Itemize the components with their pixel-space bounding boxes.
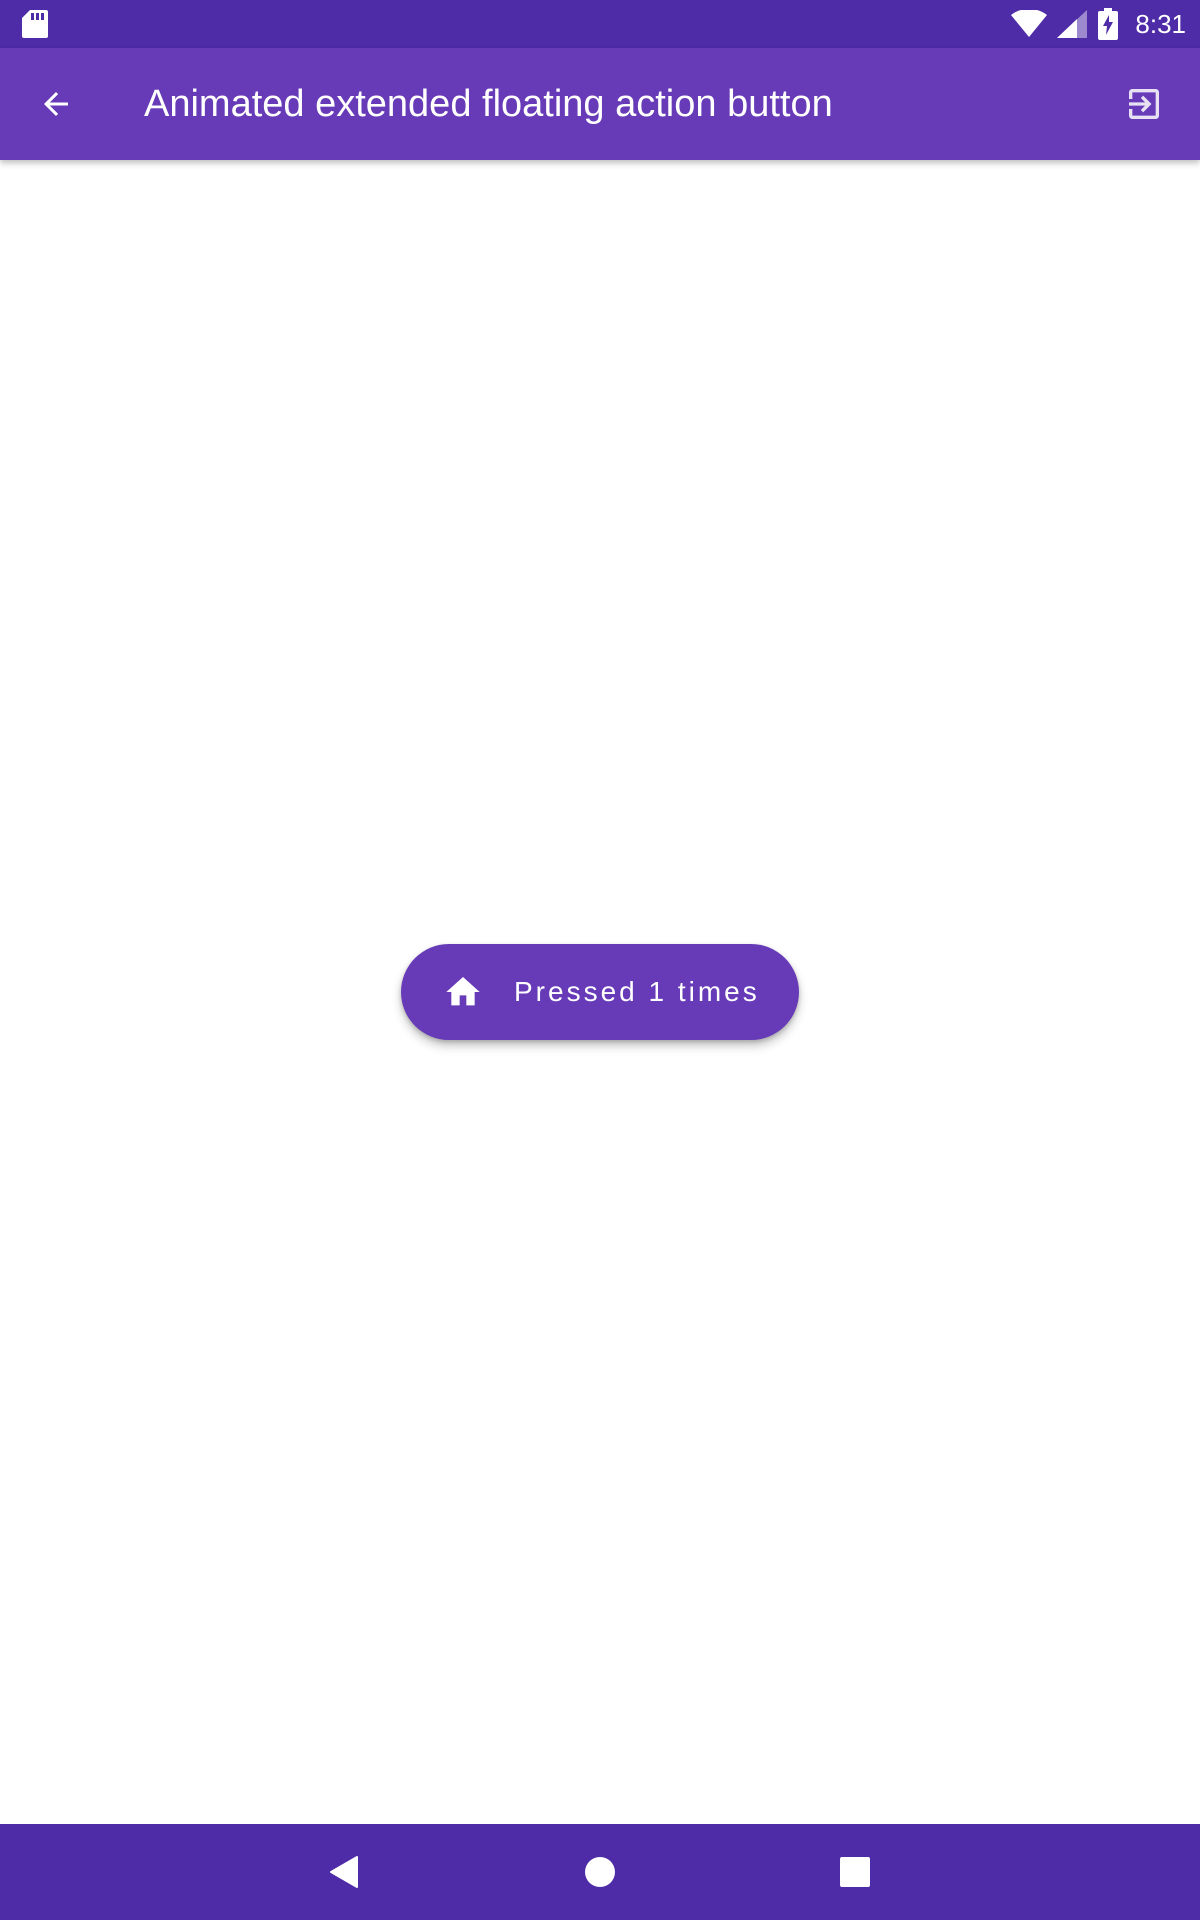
fab-label: Pressed 1 times [514,976,760,1007]
status-bar: 8:31 [0,0,1200,48]
sd-card-icon [22,10,48,38]
status-icons: 8:31 [1011,0,1186,48]
nav-back-button[interactable] [312,1840,376,1904]
battery-charging-icon [1098,8,1119,40]
page-title: Animated extended floating action button [144,83,833,125]
home-icon [446,977,480,1006]
exit-button[interactable] [1112,72,1176,136]
nav-home-button[interactable] [568,1840,632,1904]
content-area: Pressed 1 times [0,160,1200,1824]
status-time: 8:31 [1135,8,1186,39]
system-navigation-bar [0,1824,1200,1920]
nav-home-icon [585,1857,615,1887]
nav-back-icon [330,1856,358,1888]
arrow-back-icon [44,92,68,116]
cell-signal-icon [1057,10,1088,38]
nav-recents-icon [840,1857,870,1887]
back-button[interactable] [24,72,88,136]
extended-fab-button[interactable]: Pressed 1 times [401,944,799,1040]
exit-to-app-icon [1129,89,1159,119]
app-bar: Animated extended floating action button [0,48,1200,160]
nav-recents-button[interactable] [823,1840,887,1904]
wifi-icon [1011,10,1048,37]
